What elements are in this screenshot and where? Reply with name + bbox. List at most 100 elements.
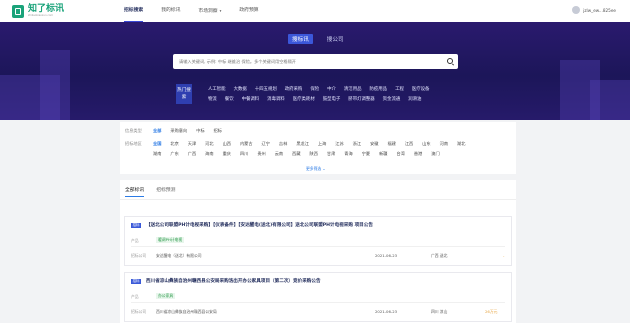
region-option[interactable]: 浙江	[353, 141, 361, 147]
hot-keyword[interactable]: 工程	[395, 86, 404, 92]
logo-name: 知了标讯	[28, 3, 65, 14]
hot-keyword[interactable]: 餐饮	[225, 96, 234, 102]
hot-keywords: 人工智能 大数据 十四五规划 政府采购 保险 中介 清洁用品 防疫用品 工程 医疗设备 物流 餐饮 中…	[208, 84, 448, 104]
background-building	[590, 80, 630, 120]
region-option[interactable]: 台湾	[396, 151, 404, 157]
region-option[interactable]: 吉林	[279, 141, 287, 147]
region-option[interactable]: 重庆	[223, 151, 231, 157]
region-option[interactable]: 广东	[170, 151, 178, 157]
tab-bid-forecast[interactable]: 招标预测	[156, 186, 175, 197]
region-option[interactable]: 甘肃	[327, 151, 335, 157]
filter-panel: 信息类型 全部 采购意向 中标 招标 招标地区 全国 北京 天津 河北 山西 内蒙古 辽宁 吉林 黑龙…	[120, 122, 516, 174]
hot-keyword[interactable]: 消毒调料	[267, 96, 285, 102]
region-option[interactable]: 湖南	[153, 151, 161, 157]
product-tag[interactable]: 办公家具	[156, 293, 176, 299]
hot-keyword[interactable]: 医疗类耗材	[293, 96, 315, 102]
unit-label: 招标公司	[131, 309, 147, 314]
nav-gov-budget[interactable]: 政府预算	[230, 0, 267, 22]
result-card[interactable]: 招标 【送北公司联盟PH计电视采购】【仪表备件】【安达醒电(送北)有限公司】送北…	[124, 216, 512, 266]
hot-keyword[interactable]: 中餐调料	[242, 96, 260, 102]
region-option[interactable]: 河南	[440, 141, 448, 147]
logo-icon	[12, 4, 24, 18]
search-type-tabs: 搜标讯 搜公司	[288, 34, 358, 44]
region-option[interactable]: 西藏	[292, 151, 300, 157]
hot-keyword[interactable]: 医疗设备	[412, 86, 430, 92]
hot-keyword[interactable]: 清洁用品	[344, 86, 362, 92]
chevron-down-icon: ▾	[219, 9, 222, 13]
tab-search-bids[interactable]: 搜标讯	[288, 34, 313, 44]
region-option[interactable]: 江苏	[335, 141, 343, 147]
region-option[interactable]: 宁夏	[362, 151, 370, 157]
region-option[interactable]: 澳门	[431, 151, 439, 157]
info-type-option[interactable]: 招标	[214, 128, 222, 134]
result-title[interactable]: 西川省凉山彝族自治州赣西县公安局采购洛出开办公家具项目（第二次）竞价采购公告	[146, 278, 321, 284]
info-type-option[interactable]: 全部	[153, 128, 161, 134]
info-type-option[interactable]: 采购意向	[170, 128, 187, 134]
hot-keyword[interactable]: 人工智能	[208, 86, 226, 92]
region-option[interactable]: 云南	[275, 151, 283, 157]
bid-region: 广西 送北	[431, 253, 448, 258]
divider	[120, 199, 516, 200]
hot-keyword[interactable]: 鼓型电子	[323, 96, 341, 102]
region-option[interactable]: 山东	[422, 141, 430, 147]
user-menu[interactable]: jzlw_ew...825ee	[572, 6, 616, 14]
region-option[interactable]: 青海	[344, 151, 352, 157]
region-label: 招标地区	[125, 141, 142, 146]
hot-keyword[interactable]: 大数据	[234, 86, 247, 92]
tab-all-bids[interactable]: 全部标讯	[125, 186, 145, 197]
region-option[interactable]: 湖北	[457, 141, 465, 147]
region-option[interactable]: 陕西	[310, 151, 318, 157]
nav-my-bids[interactable]: 我的标讯	[152, 0, 189, 22]
region-option[interactable]: 新疆	[379, 151, 387, 157]
more-filters-button[interactable]: 更多筛选 ⌄	[306, 166, 326, 172]
type-badge: 招标	[131, 223, 141, 228]
logo[interactable]: 知了标讯 zhiliaobiaoxun.com	[12, 4, 64, 18]
region-option[interactable]: 广西	[188, 151, 196, 157]
bid-region: 四川 凉山	[431, 309, 448, 314]
tab-search-companies[interactable]: 搜公司	[323, 34, 348, 44]
region-option[interactable]: 香港	[414, 151, 422, 157]
region-option[interactable]: 北京	[170, 141, 178, 147]
search-icon[interactable]	[447, 57, 453, 64]
result-tabs: 全部标讯 招标预测	[125, 186, 187, 197]
region-option[interactable]: 天津	[188, 141, 196, 147]
hot-keyword[interactable]: 十四五规划	[255, 86, 277, 92]
hot-keyword[interactable]: 润滑油	[408, 96, 421, 102]
hot-keyword[interactable]: 政府采购	[285, 86, 303, 92]
region-option[interactable]: 全国	[153, 141, 161, 147]
hot-keyword[interactable]: 资金流通	[383, 96, 401, 102]
result-card[interactable]: 招标 西川省凉山彝族自治州赣西县公安局采购洛出开办公家具项目（第二次）竞价采购公…	[124, 272, 512, 322]
region-option[interactable]: 安徽	[370, 141, 378, 147]
unit-label: 招标公司	[131, 253, 147, 258]
region-option[interactable]: 四川	[240, 151, 248, 157]
region-option[interactable]: 江西	[405, 141, 413, 147]
hot-keyword[interactable]: 防疫用品	[369, 86, 387, 92]
logo-subtitle: zhiliaobiaoxun.com	[28, 13, 53, 17]
region-option[interactable]: 内蒙古	[240, 141, 253, 147]
nav-bid-search[interactable]: 招标搜索	[115, 0, 152, 22]
search-input[interactable]	[179, 54, 434, 69]
bid-amount: -	[503, 253, 505, 258]
hot-keyword[interactable]: 中介	[327, 86, 336, 92]
search-box	[173, 54, 458, 69]
bidding-company[interactable]: 西川省凉山彝族自治州赣西县公安局	[156, 309, 217, 315]
result-title[interactable]: 【送北公司联盟PH计电视采购】【仪表备件】【安达醒电(送北)有限公司】送北公司联…	[146, 222, 373, 228]
region-option[interactable]: 海南	[205, 151, 213, 157]
nav-market-insight[interactable]: 市场洞察 ▾	[189, 0, 230, 22]
hot-keyword[interactable]: 保险	[310, 86, 319, 92]
product-tag[interactable]: 暖调PH计电视	[156, 237, 185, 243]
region-option[interactable]: 上海	[318, 141, 326, 147]
region-option[interactable]: 山西	[223, 141, 231, 147]
hot-keyword[interactable]: 脐带灯调整器	[348, 96, 374, 102]
bidding-company[interactable]: 安达醒电（送北）有限公司	[156, 253, 202, 259]
hot-keyword[interactable]: 物流	[208, 96, 217, 102]
search-hero: 搜标讯 搜公司 热门搜索 人工智能 大数据 十四五规划 政府采购 保险 中介 清洁用品 防疫用…	[0, 22, 630, 120]
region-option[interactable]: 黑龙江	[296, 141, 309, 147]
info-type-option[interactable]: 中标	[196, 128, 204, 134]
background-building	[40, 50, 70, 120]
region-option[interactable]: 贵州	[257, 151, 265, 157]
region-option[interactable]: 辽宁	[262, 141, 270, 147]
region-option[interactable]: 河北	[205, 141, 213, 147]
region-option[interactable]: 福建	[387, 141, 395, 147]
main-nav: 招标搜索 我的标讯 市场洞察 ▾ 政府预算	[115, 0, 268, 22]
